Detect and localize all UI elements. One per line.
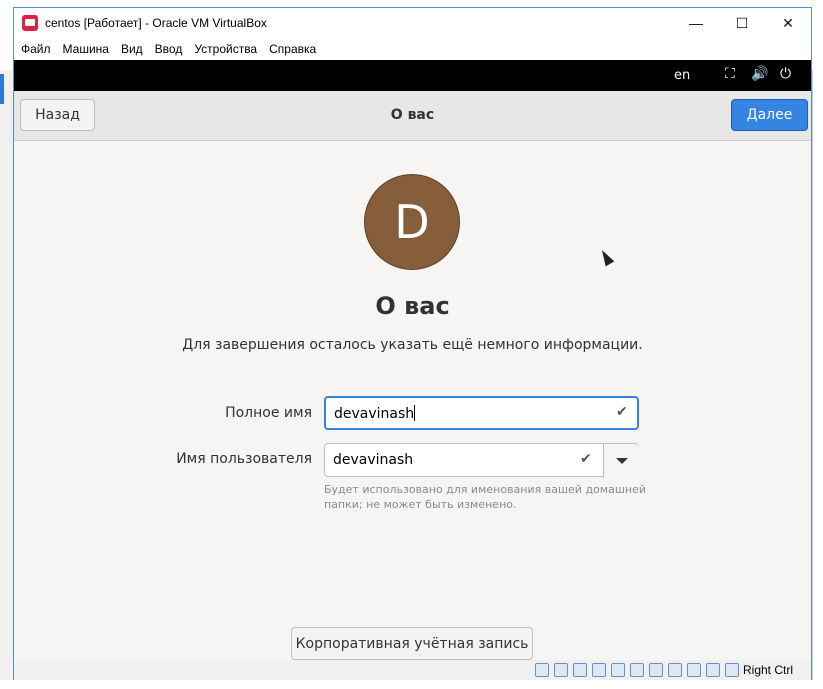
page-subtitle: Для завершения осталось указать ещё немн…	[182, 337, 643, 353]
language-indicator[interactable]: en	[674, 68, 690, 83]
menu-bar: Файл Машина Вид Ввод Устройства Справка	[14, 38, 811, 60]
close-button[interactable]: ✕	[765, 8, 811, 38]
volume-icon[interactable]: 🔊	[751, 66, 768, 82]
maximize-button[interactable]: ☐	[719, 8, 765, 38]
keyboard-capture-icon[interactable]	[724, 663, 739, 677]
host-desktop-accent	[0, 74, 4, 104]
usb-icon[interactable]	[610, 663, 625, 677]
username-dropdown-button[interactable]	[603, 444, 639, 478]
menu-machine[interactable]: Машина	[57, 42, 115, 56]
gnome-top-bar: en ⛶ 🔊 ⏻	[14, 60, 811, 91]
minimize-button[interactable]: —	[673, 8, 719, 38]
username-field[interactable]: devavinash ✔	[324, 443, 639, 478]
page-title: О вас	[375, 292, 450, 320]
virtualbox-app-icon	[22, 15, 38, 31]
vm-status-bar: Right Ctrl	[14, 660, 811, 680]
mouse-pointer-icon	[597, 247, 615, 267]
host-desktop-right	[812, 70, 823, 689]
audio-icon[interactable]	[572, 663, 587, 677]
mouse-integration-icon[interactable]	[705, 663, 720, 677]
menu-input[interactable]: Ввод	[149, 42, 189, 56]
full-name-field[interactable]: devavinash ✔	[324, 396, 639, 430]
full-name-value: devavinash	[334, 406, 415, 422]
menu-file[interactable]: Файл	[14, 42, 57, 56]
username-label: Имя пользователя	[176, 451, 312, 467]
shared-folders-icon[interactable]	[629, 663, 644, 677]
host-desktop-left	[0, 70, 13, 689]
harddisk-icon[interactable]	[534, 663, 549, 677]
username-value: devavinash	[333, 452, 414, 468]
setup-header-bar: Назад О вас Далее	[14, 91, 811, 141]
full-name-check-icon: ✔	[616, 404, 628, 420]
text-caret	[414, 405, 416, 421]
avatar[interactable]: D	[364, 174, 460, 270]
display-icon[interactable]	[648, 663, 663, 677]
header-title: О вас	[390, 107, 435, 123]
window-title: centos [Работает] - Oracle VM VirtualBox	[45, 16, 267, 30]
optical-drive-icon[interactable]	[553, 663, 568, 677]
recording-icon[interactable]	[667, 663, 682, 677]
host-desktop-bottom	[0, 680, 823, 689]
host-key-label: Right Ctrl	[742, 663, 793, 677]
username-hint: Будет использовано для именования вашей …	[324, 483, 647, 511]
full-name-label: Полное имя	[225, 405, 312, 421]
virtualbox-window: centos [Работает] - Oracle VM VirtualBox…	[13, 7, 812, 680]
menu-view[interactable]: Вид	[115, 42, 149, 56]
power-icon[interactable]: ⏻	[780, 66, 791, 82]
username-check-icon: ✔	[580, 451, 592, 467]
vm-display[interactable]: en ⛶ 🔊 ⏻ Назад О вас Далее D О вас Для з…	[14, 60, 811, 668]
menu-help[interactable]: Справка	[263, 42, 322, 56]
enterprise-login-button[interactable]: Корпоративная учётная запись	[291, 627, 533, 660]
network-adapter-icon[interactable]	[591, 663, 606, 677]
virtualization-icon[interactable]	[686, 663, 701, 677]
menu-devices[interactable]: Устройства	[188, 42, 263, 56]
chevron-down-icon	[615, 458, 628, 464]
next-button[interactable]: Далее	[731, 99, 808, 131]
network-icon[interactable]: ⛶	[725, 66, 735, 82]
title-bar[interactable]: centos [Работает] - Oracle VM VirtualBox…	[14, 8, 811, 38]
